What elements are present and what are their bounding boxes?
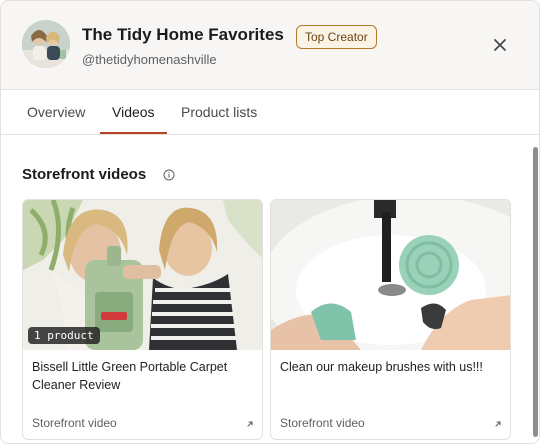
video-card[interactable]: 1 product Bissell Little Green Portable … xyxy=(22,199,263,440)
video-title: Clean our makeup brushes with us!!! xyxy=(280,360,483,374)
tab-product-lists[interactable]: Product lists xyxy=(181,90,257,135)
creator-handle: @thetidyhomenashville xyxy=(82,52,217,67)
external-arrow-icon[interactable] xyxy=(493,419,503,429)
scrollbar-thumb[interactable] xyxy=(533,147,538,437)
video-type-label: Storefront video xyxy=(32,416,117,430)
tab-bar: Overview Videos Product lists xyxy=(1,89,539,135)
external-arrow-icon[interactable] xyxy=(245,419,255,429)
video-card[interactable]: Clean our makeup brushes with us!!! Stor… xyxy=(270,199,511,440)
active-tab-indicator xyxy=(100,132,167,134)
creator-avatar xyxy=(22,20,70,68)
video-thumbnail[interactable] xyxy=(271,200,510,350)
video-type-label: Storefront video xyxy=(280,416,365,430)
creator-panel: The Tidy Home Favorites Top Creator @the… xyxy=(0,0,540,444)
tab-overview[interactable]: Overview xyxy=(27,90,85,135)
video-thumbnail-image xyxy=(271,200,510,350)
video-title: Bissell Little Green Portable Carpet Cle… xyxy=(32,360,228,392)
product-count-badge: 1 product xyxy=(28,327,100,344)
avatar-image xyxy=(22,20,70,68)
close-button[interactable] xyxy=(488,33,512,57)
creator-header: The Tidy Home Favorites Top Creator @the… xyxy=(1,1,539,89)
creator-name: The Tidy Home Favorites xyxy=(82,25,284,44)
close-icon xyxy=(494,39,506,51)
tab-videos[interactable]: Videos xyxy=(112,90,155,135)
section-title: Storefront videos xyxy=(22,166,147,183)
info-icon[interactable] xyxy=(163,169,175,181)
top-creator-badge: Top Creator xyxy=(296,25,377,49)
